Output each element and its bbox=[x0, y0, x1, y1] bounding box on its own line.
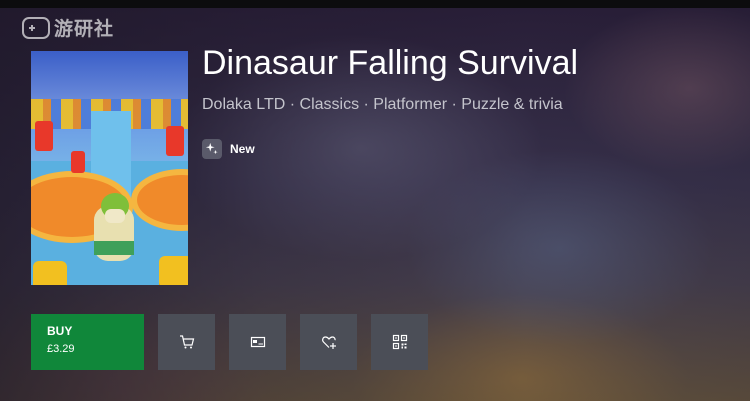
heart-plus-icon bbox=[321, 336, 336, 349]
badge-label: New bbox=[230, 142, 255, 156]
buy-button[interactable]: BUY £3.29 bbox=[31, 314, 144, 370]
game-cover-art bbox=[31, 51, 188, 285]
card-icon bbox=[250, 336, 265, 348]
add-to-wishlist-button[interactable] bbox=[300, 314, 357, 370]
cart-icon bbox=[179, 335, 194, 349]
top-bar bbox=[0, 0, 750, 8]
new-badge: New bbox=[202, 139, 255, 159]
buy-price: £3.29 bbox=[47, 343, 75, 355]
sparkle-icon bbox=[202, 139, 222, 159]
qr-code-icon bbox=[392, 334, 407, 350]
gamepad-logo-icon bbox=[22, 16, 50, 39]
product-title: Dinasaur Falling Survival bbox=[202, 44, 579, 82]
buy-label: BUY bbox=[47, 324, 73, 338]
redeem-card-button[interactable] bbox=[229, 314, 286, 370]
watermark: 游研社 bbox=[22, 14, 114, 41]
watermark-text: 游研社 bbox=[54, 18, 115, 40]
product-meta: Dolaka LTD · Classics · Platformer · Puz… bbox=[202, 96, 563, 113]
add-to-cart-button[interactable] bbox=[158, 314, 215, 370]
qr-code-button[interactable] bbox=[371, 314, 428, 370]
